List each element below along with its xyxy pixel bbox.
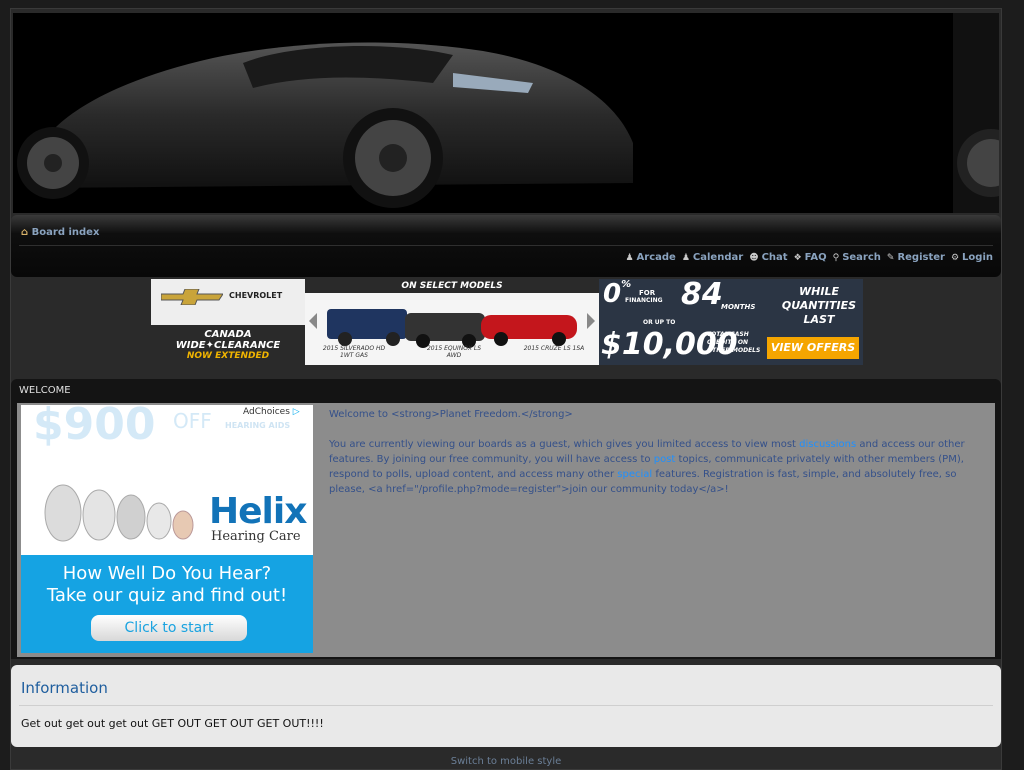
breadcrumb[interactable]: ⌂ Board index [21, 227, 99, 238]
helix-subtitle: Hearing Care [211, 529, 301, 544]
nav-register[interactable]: ✎ Register [887, 252, 945, 263]
helix-ad[interactable]: $900 OFF HEARING AIDS AdChoices ▷ Helix … [21, 405, 313, 653]
breadcrumb-board-index[interactable]: Board index [32, 227, 100, 238]
months-label: MONTHS [721, 303, 756, 311]
chat-icon: ☻ [749, 252, 759, 263]
navbar-divider [19, 245, 993, 246]
calendar-icon: ♟ [681, 252, 690, 263]
financing-label: FINANCING [625, 297, 663, 304]
cash-note: TOTAL CASH CREDITS ON OTHER MODELS [707, 331, 761, 354]
chevrolet-brand: CHEVROLET [229, 291, 283, 300]
ad-price: $900 [33, 405, 156, 450]
information-title: Information [21, 679, 108, 697]
hearing-aids-image [44, 484, 194, 542]
months-value: 84 [681, 279, 723, 312]
information-divider [19, 705, 993, 706]
adchoices-link[interactable]: AdChoices ▷ [241, 407, 302, 417]
header-banner-image[interactable] [13, 13, 999, 213]
information-panel: Information Get out get out get out GET … [11, 665, 1001, 747]
models-panel: ON SELECT MODELS 2015 SILVERADO HD 1WT G… [305, 279, 599, 365]
adchoices-icon[interactable]: ▷ [293, 407, 300, 417]
chevrolet-panel: CHEVROLET CANADA WIDE✦CLEARANCE NOW EXTE… [151, 279, 305, 365]
next-arrow-icon [587, 313, 595, 329]
chevrolet-ad-banner[interactable]: CHEVROLET CANADA WIDE✦CLEARANCE NOW EXTE… [151, 279, 863, 365]
helix-ad-bottom: How Well Do You Hear? Take our quiz and … [21, 555, 313, 653]
special-link[interactable]: special [617, 469, 652, 480]
register-icon: ✎ [886, 252, 895, 263]
nav-chat[interactable]: ☻ Chat [749, 252, 787, 263]
discussions-link[interactable]: discussions [799, 439, 856, 450]
login-icon: ⚙ [950, 252, 960, 263]
nav-links: ♟ Arcade ♟ Calendar ☻ Chat ❖ FAQ ⚲ Searc… [625, 252, 993, 263]
rate-value: 0% [603, 279, 632, 309]
page-wrapper: ⌂ Board index ♟ Arcade ♟ Calendar ☻ Chat… [10, 8, 1002, 770]
offers-panel: 0% FINANCING FOR 84 MONTHS OR UP TO $10,… [599, 279, 863, 365]
clearance-panel: CANADA WIDE✦CLEARANCE NOW EXTENDED [151, 325, 305, 365]
up-to-label: OR UP TO [643, 319, 676, 326]
chevrolet-bowtie-logo [161, 289, 223, 305]
nav-login[interactable]: ⚙ Login [951, 252, 993, 263]
model-silverado: 2015 SILVERADO HD 1WT GAS [322, 345, 386, 359]
information-body: Get out get out get out GET OUT GET OUT … [21, 717, 324, 730]
post-link[interactable]: post [654, 454, 676, 465]
navbar: ⌂ Board index ♟ Arcade ♟ Calendar ☻ Chat… [11, 215, 1001, 277]
nav-search[interactable]: ⚲ Search [833, 252, 881, 263]
welcome-text-cell: Welcome to <strong>Planet Freedom.</stro… [323, 403, 995, 657]
click-to-start-button[interactable]: Click to start [91, 615, 247, 641]
model-cruze: 2015 CRUZE LS 1SA [523, 345, 585, 352]
view-offers-button[interactable]: VIEW OFFERS [767, 337, 859, 359]
ad-cta-line: Take our quiz and find out! [46, 585, 288, 606]
mobile-style-link[interactable]: Switch to mobile style [11, 756, 1001, 767]
helix-ad-top: $900 OFF HEARING AIDS AdChoices ▷ Helix … [21, 405, 313, 555]
welcome-para-1: Welcome to <strong>Planet Freedom.</stro… [329, 409, 573, 420]
ad-off: OFF [173, 409, 212, 433]
helix-logo: Helix [209, 491, 307, 532]
ad-hearing-aids: HEARING AIDS [225, 421, 291, 430]
model-equinox: 2015 EQUINOX LS AWD [426, 345, 482, 359]
search-icon: ⚲ [832, 252, 840, 263]
for-label: FOR [639, 289, 656, 297]
prev-arrow-icon [309, 313, 317, 329]
nav-arcade[interactable]: ♟ Arcade [625, 252, 675, 263]
side-ad-cell: $900 OFF HEARING AIDS AdChoices ▷ Helix … [17, 403, 323, 657]
welcome-panel: WELCOME $900 OFF HEARING AIDS AdChoices … [11, 379, 1001, 659]
welcome-para-2: You are currently viewing our boards as … [329, 439, 965, 495]
home-icon: ⌂ [21, 227, 29, 238]
clearance-tagline: CANADA WIDE✦CLEARANCE [175, 329, 281, 351]
car-model-labels: 2015 SILVERADO HD 1WT GAS 2015 EQUINOX L… [319, 345, 589, 359]
now-extended: NOW EXTENDED [186, 351, 270, 361]
faq-icon: ❖ [793, 252, 802, 263]
ad-question: How Well Do You Hear? [62, 563, 272, 584]
nav-faq[interactable]: ❖ FAQ [794, 252, 827, 263]
while-quantities-last: WHILE QUANTITIES LAST [781, 285, 857, 326]
nav-calendar[interactable]: ♟ Calendar [682, 252, 743, 263]
arcade-icon: ♟ [625, 252, 634, 263]
welcome-title: WELCOME [19, 385, 71, 396]
